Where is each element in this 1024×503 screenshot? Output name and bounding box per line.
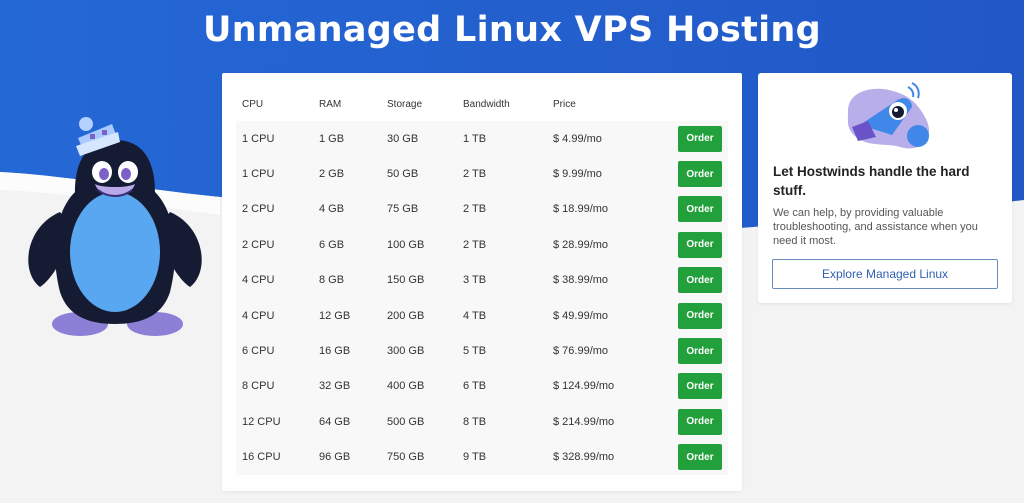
column-header-cpu: CPU — [242, 98, 264, 110]
cell-cpu: 8 CPU — [242, 380, 275, 393]
cell-ram: 64 GB — [319, 415, 351, 428]
managed-linux-card: Let Hostwinds handle the hard stuff. We … — [758, 73, 1012, 303]
order-button[interactable]: Order — [678, 302, 722, 329]
cell-ram: 8 GB — [319, 274, 345, 287]
cell-bandwidth: 5 TB — [463, 345, 487, 358]
managed-heading: Let Hostwinds handle the hard stuff. — [773, 164, 970, 198]
table-header: CPU RAM Storage Bandwidth Price — [236, 87, 728, 121]
managed-description: We can help, by providing valuable troub… — [773, 207, 978, 247]
cell-bandwidth: 6 TB — [463, 380, 487, 393]
cell-storage: 750 GB — [387, 451, 425, 464]
cell-ram: 12 GB — [319, 309, 351, 322]
order-button[interactable]: Order — [678, 408, 722, 435]
page-title: Unmanaged Linux VPS Hosting — [203, 10, 821, 50]
cell-bandwidth: 9 TB — [463, 451, 487, 464]
order-button[interactable]: Order — [678, 125, 722, 152]
cell-price: $ 18.99/mo — [553, 203, 609, 216]
cell-price: $ 9.99/mo — [553, 168, 602, 181]
cell-price: $ 124.99/mo — [553, 380, 615, 393]
cell-ram: 6 GB — [319, 238, 345, 251]
cell-cpu: 2 CPU — [242, 203, 275, 216]
cell-bandwidth: 2 TB — [463, 238, 487, 251]
table-row: 1 CPU 1 GB 30 GB 1 TB $ 4.99/mo Order — [236, 121, 728, 157]
order-button[interactable]: Order — [678, 231, 722, 258]
cell-cpu: 12 CPU — [242, 415, 281, 428]
table-row: 16 CPU 96 GB 750 GB 9 TB $ 328.99/mo Order — [236, 439, 728, 475]
cell-storage: 30 GB — [387, 132, 419, 145]
cell-cpu: 2 CPU — [242, 238, 275, 251]
rocket-illustration-icon — [847, 82, 930, 149]
pricing-table: CPU RAM Storage Bandwidth Price 1 CPU 1 G… — [236, 87, 728, 475]
cell-bandwidth: 4 TB — [463, 309, 487, 322]
cell-storage: 75 GB — [387, 203, 419, 216]
table-row: 1 CPU 2 GB 50 GB 2 TB $ 9.99/mo Order — [236, 156, 728, 192]
cell-price: $ 4.99/mo — [553, 132, 602, 145]
cell-cpu: 16 CPU — [242, 451, 281, 464]
cell-ram: 4 GB — [319, 203, 345, 216]
table-row: 4 CPU 8 GB 150 GB 3 TB $ 38.99/mo Order — [236, 262, 728, 298]
cell-ram: 96 GB — [319, 451, 351, 464]
penguin-mascot-icon — [28, 117, 202, 336]
cell-price: $ 76.99/mo — [553, 345, 609, 358]
cell-bandwidth: 1 TB — [463, 132, 487, 145]
cell-bandwidth: 8 TB — [463, 415, 487, 428]
cell-storage: 500 GB — [387, 415, 425, 428]
pricing-card: CPU RAM Storage Bandwidth Price 1 CPU 1 G… — [222, 73, 742, 491]
cell-bandwidth: 2 TB — [463, 203, 487, 216]
cell-storage: 400 GB — [387, 380, 425, 393]
order-button[interactable]: Order — [678, 267, 722, 294]
table-row: 6 CPU 16 GB 300 GB 5 TB $ 76.99/mo Order — [236, 333, 728, 369]
order-button[interactable]: Order — [678, 161, 722, 188]
cell-price: $ 49.99/mo — [553, 309, 609, 322]
table-row: 8 CPU 32 GB 400 GB 6 TB $ 124.99/mo Order — [236, 368, 728, 405]
cell-price: $ 328.99/mo — [553, 451, 615, 464]
table-row: 12 CPU 64 GB 500 GB 8 TB $ 214.99/mo Order — [236, 404, 728, 440]
order-button[interactable]: Order — [678, 373, 722, 400]
explore-managed-linux-button[interactable]: Explore Managed Linux — [772, 259, 998, 289]
cell-bandwidth: 2 TB — [463, 168, 487, 181]
cell-cpu: 1 CPU — [242, 168, 275, 181]
cell-cpu: 4 CPU — [242, 309, 275, 322]
table-row: 2 CPU 6 GB 100 GB 2 TB $ 28.99/mo Order — [236, 227, 728, 263]
table-row: 2 CPU 4 GB 75 GB 2 TB $ 18.99/mo Order — [236, 191, 728, 228]
cell-storage: 100 GB — [387, 238, 425, 251]
column-header-ram: RAM — [319, 98, 342, 110]
cell-bandwidth: 3 TB — [463, 274, 487, 287]
cell-storage: 200 GB — [387, 309, 425, 322]
order-button[interactable]: Order — [678, 196, 722, 223]
cell-cpu: 6 CPU — [242, 345, 275, 358]
cell-price: $ 214.99/mo — [553, 415, 615, 428]
column-header-price: Price — [553, 98, 576, 110]
cell-ram: 32 GB — [319, 380, 351, 393]
cell-cpu: 1 CPU — [242, 132, 275, 145]
cell-ram: 16 GB — [319, 345, 351, 358]
cell-ram: 2 GB — [319, 168, 345, 181]
table-row: 4 CPU 12 GB 200 GB 4 TB $ 49.99/mo Order — [236, 297, 728, 334]
cell-storage: 50 GB — [387, 168, 419, 181]
cell-ram: 1 GB — [319, 132, 345, 145]
table-body: 1 CPU 1 GB 30 GB 1 TB $ 4.99/mo Order 1 CPU 2 G… — [236, 121, 728, 475]
cell-storage: 300 GB — [387, 345, 425, 358]
cell-price: $ 28.99/mo — [553, 238, 609, 251]
order-button[interactable]: Order — [678, 338, 722, 365]
cell-price: $ 38.99/mo — [553, 274, 609, 287]
cell-storage: 150 GB — [387, 274, 425, 287]
column-header-bandwidth: Bandwidth — [463, 98, 510, 110]
column-header-storage: Storage — [387, 98, 423, 110]
order-button[interactable]: Order — [678, 444, 722, 471]
cell-cpu: 4 CPU — [242, 274, 275, 287]
